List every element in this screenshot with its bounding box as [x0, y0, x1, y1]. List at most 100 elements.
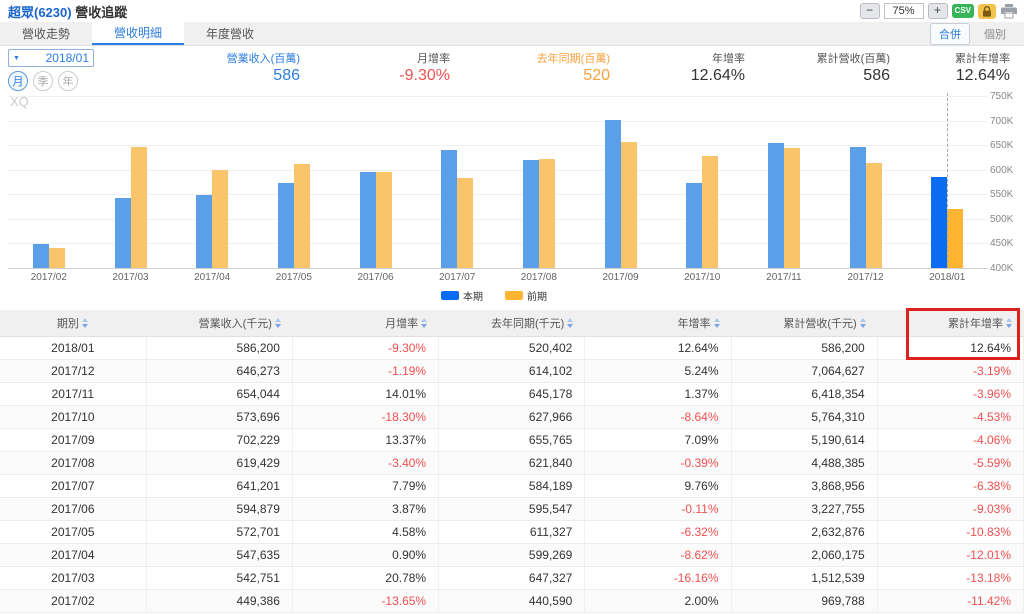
bar-本期[interactable]	[767, 143, 784, 268]
csv-export-button[interactable]: CSV	[951, 4, 974, 18]
watermark: XQ	[10, 94, 29, 109]
cell-period: 2017/07	[0, 474, 147, 498]
cell-value: 573,696	[146, 405, 293, 429]
column-header-年增率[interactable]: 年增率	[584, 310, 732, 337]
column-header-label: 累計年增率	[948, 317, 1003, 330]
y-axis-label: 400K	[990, 263, 1014, 274]
x-axis-label: 2017/12	[847, 272, 884, 283]
bar-前期[interactable]	[293, 164, 310, 268]
cell-value: -4.06%	[877, 428, 1024, 452]
cell-value: 641,201	[146, 474, 293, 498]
column-header-label: 累計營收(千元)	[783, 317, 857, 330]
tab-年度營收[interactable]: 年度營收	[184, 22, 276, 45]
bar-本期[interactable]	[931, 176, 948, 268]
table-row: 2017/04 547,635 0.90% 599,269 -8.62% 2,060,17…	[0, 543, 1024, 567]
cell-value: 586,200	[731, 336, 878, 360]
cell-value: 7.79%	[292, 474, 440, 498]
bar-本期[interactable]	[849, 147, 866, 268]
bar-前期[interactable]	[865, 162, 882, 268]
tab-營收走勢[interactable]: 營收走勢	[0, 22, 92, 45]
cell-value: -8.64%	[584, 405, 732, 429]
freq-pill-季[interactable]: 季	[33, 71, 53, 91]
revenue-chart: XQ 400K 450K 500K 550K 600K 650K 700K 750K 2017…	[0, 91, 1024, 310]
bar-前期[interactable]	[48, 248, 65, 268]
x-axis-label: 2017/07	[439, 272, 476, 283]
cell-value: 621,840	[438, 451, 586, 475]
column-header-營業收入(千元)[interactable]: 營業收入(千元)	[146, 310, 293, 337]
zoom-out-button[interactable]: −	[859, 3, 880, 19]
view-toggle-合併[interactable]: 合併	[930, 22, 970, 45]
bar-本期[interactable]	[32, 243, 49, 268]
zoom-in-button[interactable]: +	[927, 3, 948, 19]
bar-前期[interactable]	[212, 170, 229, 268]
cell-period: 2017/12	[0, 359, 147, 383]
cell-value: 654,044	[146, 382, 293, 406]
bar-前期[interactable]	[538, 159, 555, 268]
legend-item-本期[interactable]: 本期	[441, 288, 483, 303]
stat-label: 去年同期(百萬)	[536, 53, 610, 65]
bar-前期[interactable]	[947, 208, 964, 268]
stat-label: 營業收入(百萬)	[226, 53, 300, 65]
bar-本期[interactable]	[441, 149, 458, 268]
bar-本期[interactable]	[522, 160, 539, 268]
bar-前期[interactable]	[620, 142, 637, 268]
freq-pill-年[interactable]: 年	[58, 71, 78, 91]
bar-本期[interactable]	[196, 195, 213, 268]
cell-value: 572,701	[146, 520, 293, 544]
cell-value: 449,386	[146, 589, 293, 613]
column-header-累計營收(千元)[interactable]: 累計營收(千元)	[731, 310, 878, 337]
lock-icon[interactable]	[978, 3, 996, 19]
cell-value: -11.42%	[877, 589, 1024, 613]
column-header-累計年增率[interactable]: 累計年增率	[877, 310, 1024, 337]
cell-value: -8.62%	[584, 543, 732, 567]
bar-group-2017/04	[171, 97, 253, 268]
freq-pill-月[interactable]: 月	[8, 71, 28, 91]
cell-value: 2,060,175	[731, 543, 878, 567]
legend-item-前期[interactable]: 前期	[505, 288, 547, 303]
bar-本期[interactable]	[686, 182, 703, 268]
zoom-level[interactable]: 75%	[883, 3, 924, 19]
cell-value: 12.64%	[877, 336, 1024, 360]
cell-value: 3,227,755	[731, 497, 878, 521]
bar-本期[interactable]	[277, 183, 294, 268]
x-axis-label: 2018/01	[929, 272, 966, 283]
bar-group-2017/11	[743, 97, 825, 268]
tab-bar-left: 營收走勢 營收明細 年度營收	[0, 22, 276, 45]
cell-value: 6,418,354	[731, 382, 878, 406]
column-header-label: 期別	[56, 317, 79, 330]
column-header-月增率[interactable]: 月增率	[292, 310, 440, 337]
cell-value: -12.01%	[877, 543, 1024, 567]
column-header-期別[interactable]: 期別	[0, 310, 147, 337]
stat-3: 年增率 12.64%	[616, 49, 751, 92]
view-toggle-個別[interactable]: 個別	[976, 24, 1014, 44]
cell-value: 614,102	[438, 359, 586, 383]
bar-group-2017/03	[90, 97, 172, 268]
bar-前期[interactable]	[457, 177, 474, 268]
bar-group-2017/12	[825, 97, 907, 268]
bar-前期[interactable]	[130, 146, 147, 268]
table-row: 2017/10 573,696 -18.30% 627,966 -8.64% 5,764,…	[0, 405, 1024, 429]
column-header-去年同期(千元)[interactable]: 去年同期(千元)	[438, 310, 586, 337]
bar-前期[interactable]	[375, 171, 392, 268]
bar-本期[interactable]	[604, 119, 621, 268]
cell-period: 2017/11	[0, 382, 147, 406]
printer-icon[interactable]	[1000, 3, 1018, 19]
stat-value: -9.30%	[399, 67, 450, 84]
cell-period: 2018/01	[0, 336, 147, 360]
cell-value: 0.90%	[292, 543, 440, 567]
tab-營收明細[interactable]: 營收明細	[92, 22, 185, 45]
page-title-suffix: 營收追蹤	[71, 4, 128, 20]
period-select[interactable]: ▼ 2018/01	[8, 49, 94, 67]
sort-icon	[713, 317, 721, 328]
bar-前期[interactable]	[702, 156, 719, 268]
bar-本期[interactable]	[114, 197, 131, 268]
cell-value: 1,512,539	[731, 566, 878, 590]
bar-本期[interactable]	[359, 172, 376, 268]
bar-前期[interactable]	[783, 147, 800, 268]
cell-value: 3.87%	[292, 497, 440, 521]
stat-value: 12.64%	[955, 67, 1010, 84]
cell-value: -5.59%	[877, 451, 1024, 475]
cell-value: -16.16%	[584, 566, 732, 590]
cell-value: 702,229	[146, 428, 293, 452]
cell-value: -9.30%	[292, 336, 440, 360]
